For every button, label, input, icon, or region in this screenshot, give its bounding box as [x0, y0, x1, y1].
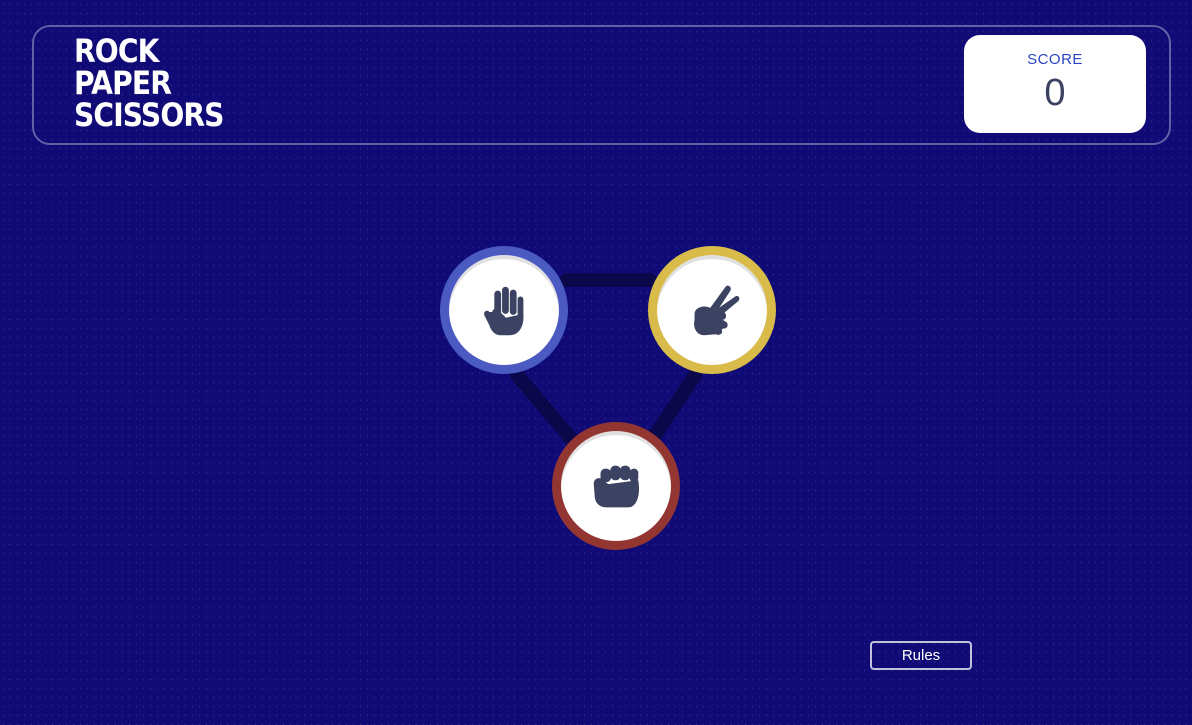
- triangle-connectors: [510, 273, 702, 462]
- hand-scissors-icon: [694, 285, 740, 336]
- choice-rock-button[interactable]: [552, 422, 680, 550]
- connector-scissors-rock: [645, 368, 702, 447]
- rules-button[interactable]: Rules: [870, 641, 972, 670]
- hand-rock-icon: [593, 465, 640, 508]
- hand-paper-icon: [484, 286, 524, 336]
- choice-scissors-button[interactable]: [648, 246, 776, 374]
- choice-paper-button[interactable]: [440, 246, 568, 374]
